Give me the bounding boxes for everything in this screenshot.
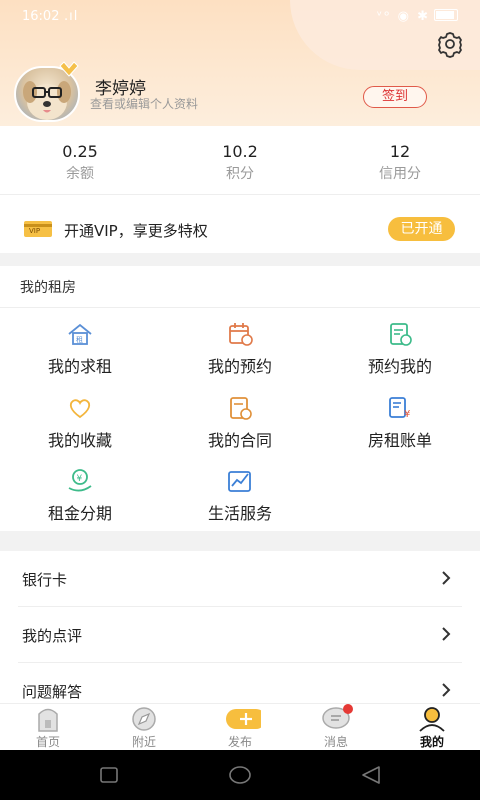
vip-card-text: VIP: [29, 227, 41, 235]
installment-icon: ¥: [68, 469, 92, 492]
vip-card-icon: VIP: [24, 221, 52, 237]
profile-icon: [419, 707, 445, 732]
unread-dot: [343, 704, 353, 714]
bill-icon: ¥: [389, 397, 410, 420]
tab-publish[interactable]: 发布: [192, 704, 288, 751]
battery-icon: [434, 9, 458, 21]
rent-section: 我的租房 租 我的求租 我的预约 预约我的 我的收藏 我的合同 ¥ 房租账单 ¥…: [0, 266, 480, 531]
grid-item-label: 租金分期: [47, 504, 112, 523]
svg-text:¥: ¥: [77, 474, 83, 484]
crown-badge-icon: [59, 61, 79, 77]
status-icons: ᵛᵒ ◉ ✱: [377, 9, 458, 24]
rent-section-title: 我的租房: [20, 280, 76, 296]
balance-stat[interactable]: 0.25 余额: [20, 142, 140, 183]
grid-item-label: 房租账单: [367, 431, 432, 450]
compass-icon: [132, 707, 156, 731]
house-icon: 租: [68, 323, 92, 345]
bottom-tab-bar: 首页 附近 发布 消息 我的: [0, 703, 480, 751]
svg-text:租: 租: [76, 336, 83, 344]
grid-item-label: 生活服务: [207, 504, 272, 523]
system-nav-bar: [0, 750, 480, 800]
chevron-right-icon: [442, 627, 451, 641]
vip-activated-button[interactable]: 已开通: [388, 217, 455, 241]
list-item-my-reviews[interactable]: 我的点评: [0, 607, 480, 663]
points-stat[interactable]: 10.2 积分: [180, 142, 300, 183]
tab-nearby[interactable]: 附近: [96, 704, 192, 751]
profile-header: 16:02 .ıl ᵛᵒ ◉ ✱ 李婷婷 查看或编辑个人资料 签到: [0, 0, 480, 126]
grid-item-rent-bill[interactable]: ¥ 房租账单: [320, 395, 480, 455]
status-bar: 16:02 .ıl ᵛᵒ ◉ ✱: [0, 0, 480, 36]
home-icon: [38, 708, 58, 732]
list-item-label: 我的点评: [22, 627, 83, 645]
tab-messages[interactable]: 消息: [288, 704, 384, 751]
vip-text: 开通VIP，享更多特权: [64, 222, 208, 240]
balance-label: 余额: [66, 166, 94, 182]
checkin-button[interactable]: 签到: [363, 86, 427, 108]
contract-icon: [230, 397, 252, 420]
plus-icon: [226, 709, 261, 729]
calendar-icon: [229, 323, 253, 346]
list-item-label: 银行卡: [22, 571, 68, 589]
tab-label: 首页: [35, 735, 60, 749]
signal-icon: .ıl: [64, 9, 79, 24]
grid-item-favorites[interactable]: 我的收藏: [0, 395, 160, 455]
grid-item-label: 我的求租: [47, 357, 112, 376]
settings-list: 银行卡 我的点评 问题解答: [0, 551, 480, 703]
grid-item-label: 我的合同: [207, 431, 272, 450]
points-label: 积分: [226, 166, 254, 182]
status-right-icons: ᵛᵒ ◉ ✱: [376, 9, 430, 24]
gear-icon[interactable]: [436, 30, 464, 58]
stats-row: 0.25 余额 10.2 积分 12 信用分: [0, 126, 480, 194]
back-icon[interactable]: [360, 765, 382, 785]
tab-label: 我的: [419, 735, 444, 749]
edit-profile-link[interactable]: 查看或编辑个人资料: [90, 95, 198, 112]
schedule-icon: [390, 323, 412, 346]
points-value: 10.2: [222, 142, 258, 161]
status-time: 16:02: [22, 9, 60, 24]
credit-label: 信用分: [379, 166, 421, 182]
grid-item-contract[interactable]: 我的合同: [160, 395, 320, 455]
home-nav-icon[interactable]: [228, 765, 252, 785]
grid-item-label: 我的收藏: [47, 431, 112, 450]
grid-item-label: 我的预约: [207, 357, 272, 376]
grid-item-label: 预约我的: [367, 357, 432, 376]
tab-mine[interactable]: 我的: [384, 704, 480, 751]
chevron-right-icon: [442, 571, 451, 585]
tab-label: 发布: [227, 735, 252, 749]
tab-home[interactable]: 首页: [0, 704, 96, 751]
grid-item-installment[interactable]: ¥ 租金分期: [0, 468, 160, 528]
tab-label: 消息: [323, 735, 348, 749]
divider: [0, 307, 480, 308]
list-item-bank-card[interactable]: 银行卡: [0, 551, 480, 607]
grid-item-my-appointment[interactable]: 我的预约: [160, 321, 320, 381]
chart-icon: [228, 471, 251, 492]
heart-icon: [69, 399, 91, 419]
chevron-right-icon: [442, 683, 451, 697]
vip-banner[interactable]: VIP 开通VIP，享更多特权 已开通: [0, 194, 480, 253]
grid-item-life-service[interactable]: 生活服务: [160, 468, 320, 528]
list-item-label: 问题解答: [22, 683, 83, 701]
tab-label: 附近: [131, 735, 156, 749]
grid-item-appointed-me[interactable]: 预约我的: [320, 321, 480, 381]
credit-stat[interactable]: 12 信用分: [340, 142, 460, 183]
credit-value: 12: [389, 142, 411, 161]
svg-text:¥: ¥: [404, 409, 410, 420]
recents-icon[interactable]: [99, 766, 119, 784]
grid-item-rent-request[interactable]: 租 我的求租: [0, 321, 160, 381]
balance-value: 0.25: [62, 142, 98, 161]
